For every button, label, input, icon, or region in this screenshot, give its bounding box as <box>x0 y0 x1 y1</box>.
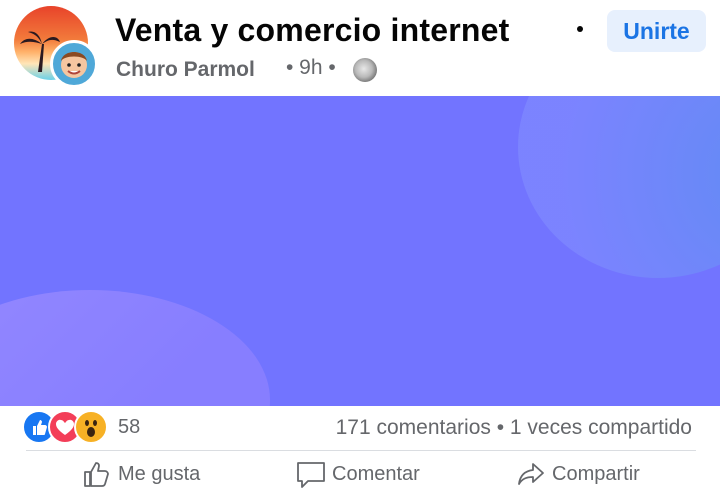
cartoon-face-icon <box>61 52 87 78</box>
group-name[interactable]: Venta y comercio internet <box>115 12 509 49</box>
user-avatar[interactable] <box>50 40 98 88</box>
share-button[interactable]: Compartir <box>516 456 640 492</box>
separator-dot <box>577 26 583 32</box>
like-button[interactable]: Me gusta <box>82 456 200 492</box>
like-label: Me gusta <box>118 462 201 485</box>
post-header: Venta y comercio internet Unirte Churo P… <box>0 0 720 96</box>
join-group-button[interactable]: Unirte <box>607 10 706 52</box>
comment-icon <box>297 462 325 488</box>
wow-reaction-icon <box>74 410 108 444</box>
reactions-summary[interactable] <box>22 410 112 444</box>
comments-shares-count[interactable]: 171 comentarios • 1 veces compartido <box>336 416 692 440</box>
share-label: Compartir <box>552 462 640 485</box>
decorative-circle <box>0 290 270 406</box>
reaction-count[interactable]: 58 <box>118 416 140 439</box>
comment-label: Comentar <box>332 462 420 485</box>
share-icon <box>518 463 544 485</box>
decorative-circle <box>518 96 720 278</box>
comment-button[interactable]: Comentar <box>296 456 420 492</box>
thumbs-up-icon <box>84 462 109 487</box>
privacy-globe-icon[interactable] <box>353 58 377 82</box>
post-media[interactable] <box>0 96 720 406</box>
author-name[interactable]: Churo Parmol <box>116 58 255 82</box>
post-time[interactable]: • 9h • <box>286 56 336 80</box>
